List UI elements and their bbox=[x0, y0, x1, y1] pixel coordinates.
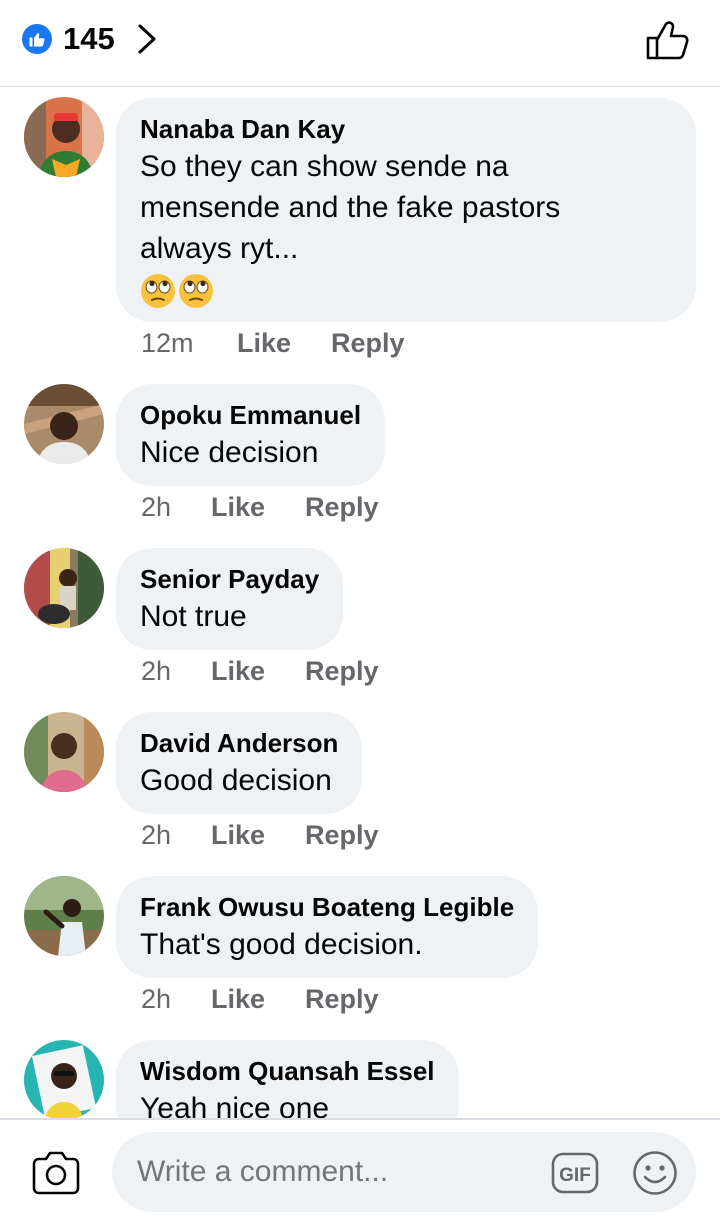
gif-label: GIF bbox=[559, 1165, 591, 1186]
reactions-header: 145 bbox=[0, 0, 720, 87]
comment-author[interactable]: Nanaba Dan Kay bbox=[140, 112, 672, 146]
comment-bubble[interactable]: Nanaba Dan Kay So they can show sende na… bbox=[116, 98, 696, 322]
comment-author[interactable]: Wisdom Quansah Essel bbox=[140, 1054, 435, 1088]
like-post-icon[interactable] bbox=[644, 18, 692, 62]
comment-text: So they can show sende na mensende and t… bbox=[140, 150, 561, 265]
avatar[interactable] bbox=[24, 97, 104, 177]
reply-button[interactable]: Reply bbox=[305, 490, 379, 524]
comment-author[interactable]: Frank Owusu Boateng Legible bbox=[140, 890, 514, 924]
reply-button[interactable]: Reply bbox=[305, 818, 379, 852]
comment-actions: 2h Like Reply bbox=[141, 982, 419, 1016]
reply-button[interactable]: Reply bbox=[331, 326, 405, 360]
comment-bubble[interactable]: Wisdom Quansah Essel Yeah nice one bbox=[116, 1040, 459, 1118]
gif-icon[interactable]: GIF bbox=[551, 1152, 599, 1194]
like-reaction-icon bbox=[22, 24, 52, 54]
comment-time: 2h bbox=[141, 492, 172, 522]
reply-button[interactable]: Reply bbox=[305, 982, 379, 1016]
emoji-row bbox=[140, 273, 672, 309]
like-button[interactable]: Like bbox=[211, 490, 265, 524]
emoji-icon[interactable] bbox=[632, 1150, 678, 1196]
rolling-eyes-emoji-icon bbox=[179, 274, 213, 308]
comment-bubble[interactable]: Senior Payday Not true bbox=[116, 548, 344, 650]
comment-bubble[interactable]: Frank Owusu Boateng Legible That's good … bbox=[116, 876, 539, 978]
avatar[interactable] bbox=[24, 548, 104, 628]
comment-author[interactable]: Opoku Emmanuel bbox=[140, 398, 361, 432]
comment-author[interactable]: Senior Payday bbox=[140, 562, 319, 596]
comment-composer: GIF bbox=[0, 1118, 720, 1223]
comment-actions: 12m Like Reply bbox=[141, 326, 445, 360]
reaction-count[interactable]: 145 bbox=[63, 20, 115, 58]
comment-text: Not true bbox=[140, 600, 247, 633]
comment-actions: 2h Like Reply bbox=[141, 490, 419, 524]
comment-time: 12m bbox=[141, 328, 194, 358]
like-button[interactable]: Like bbox=[211, 982, 265, 1016]
chevron-right-icon[interactable] bbox=[134, 22, 160, 56]
comment-time: 2h bbox=[141, 820, 172, 850]
comment-bubble[interactable]: Opoku Emmanuel Nice decision bbox=[116, 384, 386, 486]
comment-actions: 2h Like Reply bbox=[141, 818, 419, 852]
comment-text: That's good decision. bbox=[140, 928, 423, 961]
reply-button[interactable]: Reply bbox=[305, 654, 379, 688]
avatar[interactable] bbox=[24, 876, 104, 956]
avatar[interactable] bbox=[24, 1040, 104, 1118]
comment-text: Nice decision bbox=[140, 436, 319, 469]
rolling-eyes-emoji-icon bbox=[141, 274, 175, 308]
comment-time: 2h bbox=[141, 656, 172, 686]
avatar[interactable] bbox=[24, 712, 104, 792]
comment-text: Good decision bbox=[140, 764, 332, 797]
like-button[interactable]: Like bbox=[211, 654, 265, 688]
like-button[interactable]: Like bbox=[237, 326, 291, 360]
comment-author[interactable]: David Anderson bbox=[140, 726, 338, 760]
comment-actions: 2h Like Reply bbox=[141, 654, 419, 688]
avatar[interactable] bbox=[24, 384, 104, 464]
comment-list: Nanaba Dan Kay So they can show sende na… bbox=[0, 88, 720, 1118]
comment-bubble[interactable]: David Anderson Good decision bbox=[116, 712, 363, 814]
like-button[interactable]: Like bbox=[211, 818, 265, 852]
comment-input[interactable] bbox=[112, 1132, 696, 1212]
camera-icon[interactable] bbox=[30, 1150, 82, 1196]
comment-time: 2h bbox=[141, 984, 172, 1014]
comment-text: Yeah nice one bbox=[140, 1092, 330, 1118]
